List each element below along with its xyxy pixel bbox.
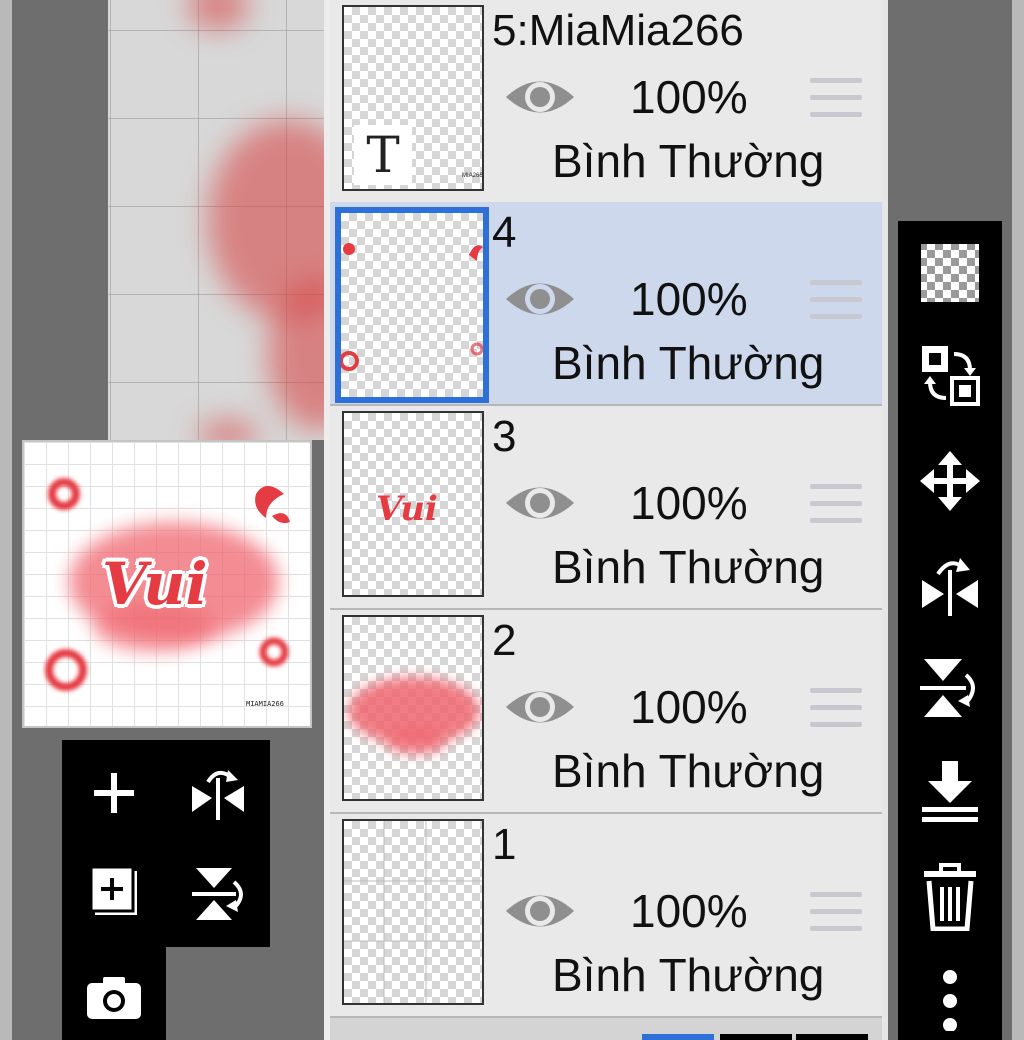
swap-layers-button[interactable] — [918, 343, 982, 409]
flip-vertical-button[interactable] — [186, 862, 250, 926]
flip-horizontal-button[interactable] — [916, 549, 984, 617]
blend-mode[interactable]: Bình Thường — [552, 336, 824, 390]
text-layer-icon: T — [354, 125, 412, 185]
drag-handle-icon[interactable] — [810, 78, 862, 118]
layer-thumbnail[interactable] — [335, 207, 489, 403]
layer-tools-panel-lower — [62, 945, 166, 1040]
layer-thumbnail[interactable] — [342, 615, 484, 801]
drag-handle-icon[interactable] — [810, 280, 862, 320]
preview-watermark: MIAMIA266 — [246, 700, 284, 708]
layer-row[interactable]: Vui 3 100% Bình Thường — [330, 406, 882, 610]
canvas-area[interactable] — [108, 0, 324, 440]
add-layer-copy-icon — [89, 865, 137, 915]
drag-handle-icon[interactable] — [810, 892, 862, 932]
thumbnail-art — [348, 677, 480, 755]
camera-button[interactable] — [84, 969, 144, 1025]
drag-handle-icon[interactable] — [810, 484, 862, 524]
eye-icon — [506, 691, 574, 723]
flip-horizontal-icon — [922, 558, 978, 616]
add-layer-button[interactable] — [88, 764, 140, 822]
merge-down-button[interactable] — [916, 757, 984, 827]
add-layer-icon — [94, 773, 134, 813]
merge-down-icon — [922, 761, 978, 822]
layer-opacity[interactable]: 100% — [630, 70, 748, 124]
flip-vertical-button[interactable] — [916, 653, 984, 723]
camera-icon — [87, 977, 141, 1019]
visibility-toggle[interactable] — [504, 272, 576, 326]
flip-vertical-icon — [920, 659, 975, 717]
blend-mode[interactable]: Bình Thường — [552, 744, 824, 798]
screen-edge — [1012, 0, 1024, 1040]
eye-icon — [506, 283, 574, 315]
layer-row[interactable]: T MIA266 5:MiaMia266 100% Bình Thường — [330, 0, 882, 204]
visibility-toggle[interactable] — [504, 476, 576, 530]
layer-tools-panel — [62, 740, 270, 947]
eye-icon — [506, 895, 574, 927]
delete-icon — [924, 863, 976, 931]
layer-opacity[interactable]: 100% — [630, 272, 748, 326]
flip-horizontal-icon — [192, 770, 244, 820]
layer-opacity[interactable]: 100% — [630, 680, 748, 734]
preview-title-text: Vui — [102, 550, 208, 618]
thumb-watermark: MIA266 — [462, 173, 483, 179]
footer-tab[interactable] — [642, 1034, 714, 1040]
transparency-button[interactable] — [918, 241, 982, 305]
swap-layers-icon — [922, 346, 980, 406]
layer-row[interactable]: 1 100% Bình Thường — [330, 814, 882, 1018]
layer-thumbnail[interactable]: Vui — [342, 411, 484, 597]
more-button[interactable] — [928, 963, 972, 1035]
layer-thumbnail[interactable] — [342, 819, 484, 1005]
eye-icon — [506, 81, 574, 113]
transparency-icon — [921, 244, 979, 302]
canvas-preview[interactable]: Vui MIAMIA266 — [22, 440, 312, 728]
drag-handle-icon[interactable] — [810, 688, 862, 728]
layer-row-selected[interactable]: 4 100% Bình Thường — [330, 202, 882, 406]
screen-edge — [0, 0, 12, 1040]
visibility-toggle[interactable] — [504, 70, 576, 124]
footer-tab[interactable] — [720, 1034, 792, 1040]
layer-actions-toolbar — [898, 221, 1002, 1040]
layers-footer — [330, 1018, 882, 1040]
layer-thumbnail[interactable]: T MIA266 — [342, 5, 484, 191]
footer-tab[interactable] — [796, 1034, 868, 1040]
blend-mode[interactable]: Bình Thường — [552, 948, 824, 1002]
delete-layer-button[interactable] — [918, 861, 982, 933]
move-icon — [920, 451, 980, 511]
thumbnail-grid-art — [344, 821, 482, 1003]
layer-name: 3 — [492, 412, 517, 461]
move-button[interactable] — [918, 449, 982, 513]
layer-row[interactable]: 2 100% Bình Thường — [330, 610, 882, 814]
flip-horizontal-button[interactable] — [186, 760, 250, 824]
eye-icon — [506, 487, 574, 519]
flip-vertical-icon — [192, 868, 243, 920]
visibility-toggle[interactable] — [504, 884, 576, 938]
blend-mode[interactable]: Bình Thường — [552, 540, 824, 594]
layer-name: 2 — [492, 616, 517, 665]
thumb-title-text: Vui — [376, 489, 438, 529]
layer-name: 5:MiaMia266 — [492, 6, 744, 55]
layer-name: 1 — [492, 820, 517, 869]
layer-name: 4 — [492, 208, 517, 257]
add-layer-copy-button[interactable] — [86, 864, 144, 922]
more-icon — [943, 970, 957, 1031]
visibility-toggle[interactable] — [504, 680, 576, 734]
thumbnail-art — [341, 243, 483, 371]
layer-opacity[interactable]: 100% — [630, 884, 748, 938]
layer-opacity[interactable]: 100% — [630, 476, 748, 530]
blend-mode[interactable]: Bình Thường — [552, 134, 824, 188]
